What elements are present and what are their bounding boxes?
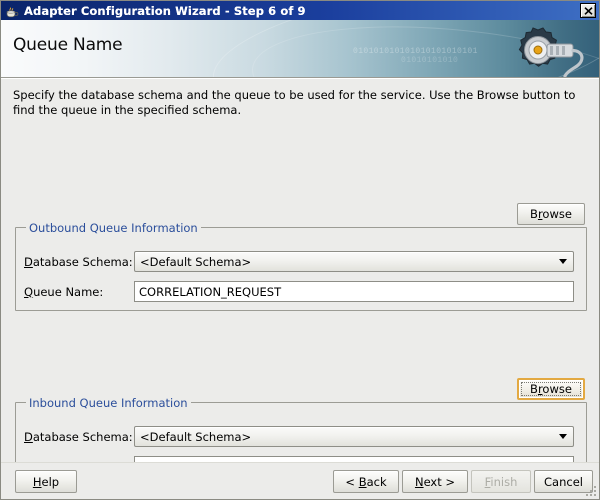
page-description: Specify the database schema and the queu… <box>13 88 576 117</box>
inbound-group-title: Inbound Queue Information <box>26 396 191 410</box>
outbound-queue-label: Queue Name: <box>24 284 104 299</box>
outbound-schema-row: Database Schema: <Default Schema> <box>24 251 574 272</box>
back-button-label: < Back <box>345 474 387 489</box>
window-title: Adapter Configuration Wizard - Step 6 of… <box>24 3 306 18</box>
outbound-group-title: Outbound Queue Information <box>26 221 201 235</box>
mnemonic-f: F <box>484 474 491 489</box>
mnemonic-d: D <box>24 254 33 269</box>
title-bar: Adapter Configuration Wizard - Step 6 of… <box>1 1 599 20</box>
help-button[interactable]: Help <box>15 470 77 493</box>
mnemonic-b: B <box>358 474 367 489</box>
mnemonic-h: H <box>32 474 42 489</box>
mnemonic-q: Q <box>24 284 34 299</box>
mnemonic-r: r <box>537 207 543 221</box>
binary-decoration-icon: 010101010101010101010101 <box>353 47 478 56</box>
close-icon[interactable] <box>580 3 596 18</box>
outbound-queue-group: Outbound Queue Information Database Sche… <box>15 221 587 311</box>
close-x-glyph <box>583 6 593 15</box>
chevron-down-icon-2[interactable] <box>553 427 573 446</box>
mnemonic-d2: D <box>24 429 33 444</box>
back-button[interactable]: < Back <box>333 470 399 493</box>
browse-inbound-button[interactable]: Browse <box>517 378 585 400</box>
outbound-queue-row: Queue Name: CORRELATION_REQUEST <box>24 281 574 302</box>
wizard-dialog: Adapter Configuration Wizard - Step 6 of… <box>0 0 600 500</box>
dialog-button-bar: Help < Back Next > Finish Cancel <box>1 462 599 499</box>
binary-decoration-icon-2: 01010101010 <box>401 56 459 65</box>
inbound-schema-value: <Default Schema> <box>140 429 252 444</box>
outbound-schema-select[interactable]: <Default Schema> <box>134 251 574 272</box>
cancel-button-label: Cancel <box>544 474 583 489</box>
inbound-schema-row: Database Schema: <Default Schema> <box>24 426 574 447</box>
page-title: Queue Name <box>13 35 123 55</box>
browse-outbound-button[interactable]: Browse <box>517 203 585 225</box>
outbound-queue-input[interactable]: CORRELATION_REQUEST <box>134 281 574 302</box>
help-button-label: Help <box>32 474 60 489</box>
next-button[interactable]: Next > <box>402 470 468 493</box>
chevron-down-icon[interactable] <box>553 252 573 271</box>
outbound-schema-label: Database Schema: <box>24 254 133 269</box>
inbound-schema-select[interactable]: <Default Schema> <box>134 426 574 447</box>
focus-ring <box>521 382 581 396</box>
resize-grip-icon[interactable] <box>585 485 598 498</box>
mnemonic-n: N <box>414 474 424 489</box>
next-button-label: Next > <box>414 474 456 489</box>
main-content: Specify the database schema and the queu… <box>1 78 599 486</box>
gear-plug-icon <box>497 22 593 77</box>
outbound-schema-value: <Default Schema> <box>140 254 252 269</box>
inbound-schema-label: Database Schema: <box>24 429 133 444</box>
wizard-banner: 010101010101010101010101 01010101010 Que… <box>1 20 599 78</box>
java-coffee-cup-icon <box>4 3 20 19</box>
browse-outbound-label: Browse <box>530 207 572 221</box>
finish-button: Finish <box>471 470 531 493</box>
finish-button-label: Finish <box>484 474 518 489</box>
